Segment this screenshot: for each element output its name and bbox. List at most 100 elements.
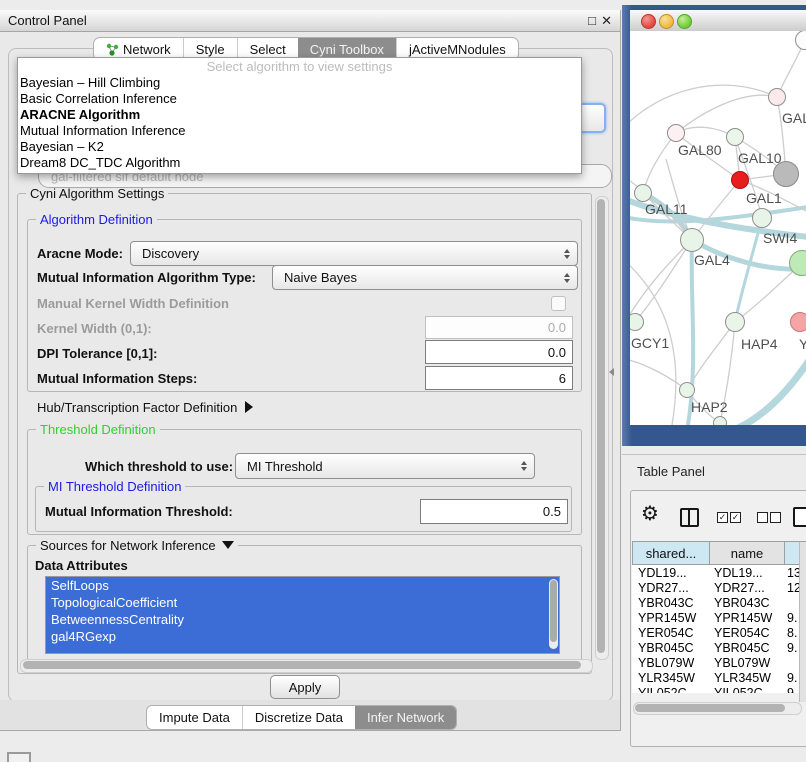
table-cell: YBL079W xyxy=(632,656,710,670)
mi-type-combo[interactable]: Naive Bayes xyxy=(272,265,578,290)
which-threshold-value: MI Threshold xyxy=(247,459,323,474)
mi-steps-value: 6 xyxy=(559,371,566,386)
algorithm-option[interactable]: Bayesian – K2 xyxy=(18,139,581,155)
table-cell: YBL079W xyxy=(710,656,785,670)
attributes-scrollbar-thumb[interactable] xyxy=(550,580,557,642)
hub-tf-label: Hub/Transcription Factor Definition xyxy=(37,400,237,415)
table-horizontal-scrollbar[interactable] xyxy=(633,702,802,715)
settings-vertical-scrollbar-thumb[interactable] xyxy=(597,199,605,653)
which-threshold-combo[interactable]: MI Threshold xyxy=(235,453,535,479)
checked-box-icon[interactable]: ✓ xyxy=(717,512,728,523)
close-icon[interactable]: ✕ xyxy=(601,13,612,29)
stepper-icon xyxy=(521,461,527,471)
aracne-mode-value: Discovery xyxy=(142,246,199,261)
data-attribute-item[interactable]: TopologicalCoefficient xyxy=(46,594,559,611)
gear-icon[interactable]: ⚙ xyxy=(641,504,659,524)
zoom-traffic-icon[interactable] xyxy=(677,14,692,29)
tab-cyni-toolbox-label: Cyni Toolbox xyxy=(310,42,384,57)
table-row[interactable]: YLR345WYLR345W9. xyxy=(632,670,800,685)
data-attribute-item[interactable]: BetweennessCentrality xyxy=(46,611,559,628)
control-panel-titlebar[interactable]: Control Panel □ ✕ xyxy=(0,10,620,32)
columns-icon[interactable] xyxy=(680,508,699,527)
algorithm-option[interactable]: Mutual Information Inference xyxy=(18,123,581,139)
algorithm-option[interactable]: Dream8 DC_TDC Algorithm xyxy=(18,155,581,171)
network-node-red[interactable] xyxy=(731,171,749,189)
minimized-panel-icon[interactable] xyxy=(7,752,31,762)
splitter-collapse-icon[interactable] xyxy=(609,368,614,376)
network-node-salmon-right[interactable] xyxy=(790,312,806,332)
table-row[interactable]: YBL079WYBL079W xyxy=(632,655,800,670)
network-node-gal4[interactable] xyxy=(680,228,704,252)
table-horizontal-scrollbar-thumb[interactable] xyxy=(635,704,785,712)
network-window-titlebar[interactable] xyxy=(630,10,806,32)
data-attribute-item[interactable]: gal4RGexp xyxy=(46,628,559,645)
kernel-width-value: 0.0 xyxy=(548,320,566,335)
manual-kernel-checkbox[interactable] xyxy=(551,296,566,311)
mi-steps-field[interactable]: 6 xyxy=(425,366,573,390)
table-row[interactable]: YIL052CYIL052C9. xyxy=(632,685,800,693)
network-node-edge-bottom[interactable] xyxy=(713,416,727,425)
close-traffic-icon[interactable] xyxy=(641,14,656,29)
hub-tf-expander[interactable]: Hub/Transcription Factor Definition xyxy=(37,400,253,415)
network-node-label: GAL11 xyxy=(645,201,688,217)
tab-infer-network[interactable]: Infer Network xyxy=(355,706,456,729)
network-node-gal11[interactable] xyxy=(634,184,652,202)
table-vertical-scrollbar[interactable] xyxy=(799,542,806,702)
sources-title[interactable]: Sources for Network Inference xyxy=(36,538,238,553)
cyni-settings-title: Cyni Algorithm Settings xyxy=(26,186,168,201)
network-node-hap4[interactable] xyxy=(725,312,745,332)
data-attributes-list[interactable]: SelfLoopsTopologicalCoefficientBetweenne… xyxy=(45,576,560,654)
table-row[interactable]: YER054CYER054C8. xyxy=(632,625,800,640)
network-node-hap2[interactable] xyxy=(679,382,695,398)
table-cell: YPR145W xyxy=(632,611,710,625)
float-window-icon[interactable]: □ xyxy=(588,13,596,28)
tab-impute-data[interactable]: Impute Data xyxy=(147,706,242,729)
table-cell: YDR27... xyxy=(632,581,710,595)
network-canvas[interactable]: GALGAL80GAL10GAL1GAL11SWI4GAL4GCY1HAP4YH… xyxy=(630,31,806,425)
column-header-name[interactable]: name xyxy=(710,541,785,565)
settings-horizontal-scrollbar-thumb[interactable] xyxy=(23,661,581,669)
network-node-swi4[interactable] xyxy=(752,208,772,228)
table-cell: 9. xyxy=(785,671,800,685)
aracne-mode-combo[interactable]: Discovery xyxy=(130,241,578,266)
network-node-pink-upper[interactable] xyxy=(768,88,786,106)
attributes-scrollbar[interactable] xyxy=(549,579,558,649)
column-header-shared-name[interactable]: shared... xyxy=(632,541,710,565)
dpi-tolerance-field[interactable]: 0.0 xyxy=(425,340,573,364)
tab-style-label: Style xyxy=(196,42,225,57)
network-node-gal10[interactable] xyxy=(726,128,744,146)
data-attribute-item[interactable]: SelfLoops xyxy=(46,577,559,594)
algorithm-dropdown-popup: Select algorithm to view settings Bayesi… xyxy=(17,57,582,174)
mi-type-label: Mutual Information Algorithm Type: xyxy=(37,270,256,285)
algorithm-option[interactable]: Bayesian – Hill Climbing xyxy=(18,75,581,91)
table-panel-title: Table Panel xyxy=(637,464,705,479)
settings-horizontal-scrollbar[interactable] xyxy=(20,659,593,673)
network-node-gal80[interactable] xyxy=(667,124,685,142)
unchecked-box-icon[interactable] xyxy=(757,512,768,523)
mi-threshold-field[interactable]: 0.5 xyxy=(420,499,568,524)
bottom-tab-bar: Impute Data Discretize Data Infer Networ… xyxy=(146,705,457,730)
table-rows: YDL19...YDL19...13YDR27...YDR27...12YBR0… xyxy=(632,565,800,693)
settings-vertical-scrollbar[interactable] xyxy=(595,196,609,660)
algorithm-option[interactable]: Basic Correlation Inference xyxy=(18,91,581,107)
unchecked-box-icon[interactable] xyxy=(770,512,781,523)
table-row[interactable]: YDL19...YDL19...13 xyxy=(632,565,800,580)
algorithm-combo-focused[interactable] xyxy=(578,103,606,133)
collapse-down-icon xyxy=(222,541,234,549)
manual-kernel-label: Manual Kernel Width Definition xyxy=(37,296,229,311)
minimize-traffic-icon[interactable] xyxy=(659,14,674,29)
data-attributes-label: Data Attributes xyxy=(35,558,128,573)
algorithm-dropdown-placeholder: Select algorithm to view settings xyxy=(18,58,581,75)
checked-box-icon[interactable]: ✓ xyxy=(730,512,741,523)
apply-button[interactable]: Apply xyxy=(270,675,340,699)
table-row[interactable]: YBR045CYBR045C9. xyxy=(632,640,800,655)
partial-toolbar-icon[interactable] xyxy=(793,507,806,527)
table-row[interactable]: YBR043CYBR043C xyxy=(632,595,800,610)
tab-discretize-data[interactable]: Discretize Data xyxy=(242,706,355,729)
table-row[interactable]: YDR27...YDR27...12 xyxy=(632,580,800,595)
kernel-width-field[interactable]: 0.0 xyxy=(425,316,573,339)
network-node-label: GAL4 xyxy=(694,252,730,268)
algorithm-option[interactable]: ARACNE Algorithm xyxy=(18,107,581,123)
tab-infer-network-label: Infer Network xyxy=(367,710,444,725)
table-row[interactable]: YPR145WYPR145W9. xyxy=(632,610,800,625)
